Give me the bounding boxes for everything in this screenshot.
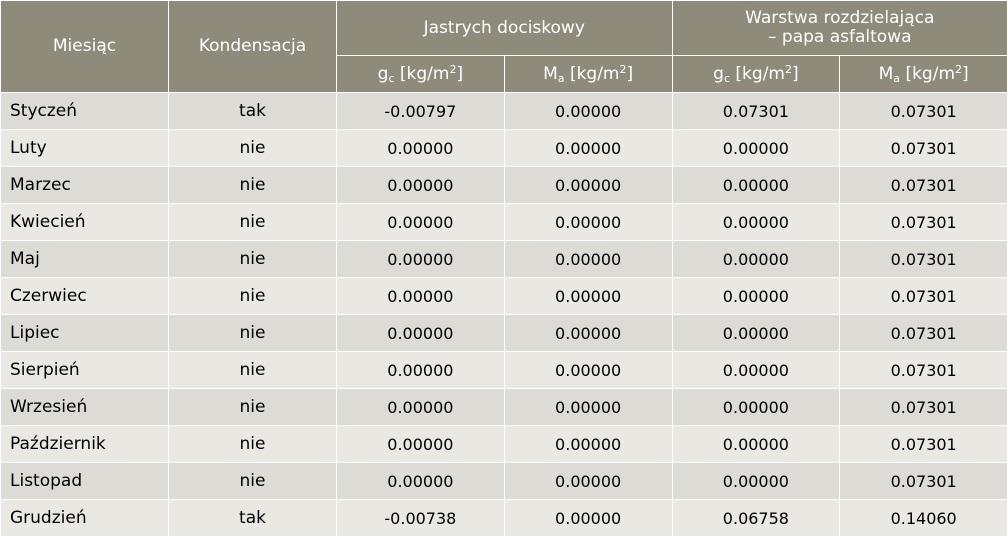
gc-screed-cell: 0.00000 bbox=[336, 166, 505, 204]
gc-screed-cell: 0.00000 bbox=[336, 129, 505, 167]
ma-separating-cell: 0.07301 bbox=[839, 388, 1007, 426]
gc-screed-cell: -0.00738 bbox=[336, 499, 505, 537]
ma-screed-cell: 0.00000 bbox=[503, 388, 673, 426]
gc-screed-cell: 0.00000 bbox=[336, 314, 505, 352]
header-condensation: Kondensacja bbox=[168, 0, 337, 93]
ma-separating-cell: 0.14060 bbox=[839, 499, 1007, 537]
ma-screed-cell: 0.00000 bbox=[503, 129, 673, 167]
gc-screed-cell: 0.00000 bbox=[336, 203, 505, 241]
table-row: Październik nie 0.00000 0.00000 0.00000 0.073… bbox=[0, 425, 1007, 463]
header-group2-line1: Warstwa rozdzielająca bbox=[745, 8, 935, 28]
ma-screed-cell: 0.00000 bbox=[503, 166, 673, 204]
gc-separating-cell: 0.06758 bbox=[671, 499, 841, 537]
header-month: Miesiąc bbox=[0, 0, 169, 93]
month-cell: Marzec bbox=[0, 166, 169, 204]
ma-separating-cell: 0.07301 bbox=[839, 129, 1007, 167]
header-ma-separating: Ma [kg/m2] bbox=[839, 55, 1007, 93]
month-cell: Czerwiec bbox=[0, 277, 169, 315]
ma-separating-cell: 0.07301 bbox=[839, 166, 1007, 204]
gc-separating-cell: 0.00000 bbox=[671, 203, 841, 241]
table-row: Listopad nie 0.00000 0.00000 0.00000 0.07301 bbox=[0, 462, 1007, 500]
ma-screed-cell: 0.00000 bbox=[503, 240, 673, 278]
condensation-cell: nie bbox=[168, 129, 337, 167]
gc-separating-cell: 0.00000 bbox=[671, 462, 841, 500]
header-group-separating-layer: Warstwa rozdzielająca – papa asfaltowa bbox=[671, 0, 1007, 56]
gc-separating-cell: 0.00000 bbox=[671, 277, 841, 315]
month-cell: Lipiec bbox=[0, 314, 169, 352]
table-row: Luty nie 0.00000 0.00000 0.00000 0.07301 bbox=[0, 129, 1007, 167]
ma-separating-cell: 0.07301 bbox=[839, 351, 1007, 389]
header-gc-separating: gc [kg/m2] bbox=[671, 55, 841, 93]
condensation-cell: nie bbox=[168, 425, 337, 463]
table-row: Kwiecień nie 0.00000 0.00000 0.00000 0.07301 bbox=[0, 203, 1007, 241]
ma-screed-cell: 0.00000 bbox=[503, 314, 673, 352]
gc-screed-cell: 0.00000 bbox=[336, 277, 505, 315]
gc-screed-cell: 0.00000 bbox=[336, 388, 505, 426]
table-row: Grudzień tak -0.00738 0.00000 0.06758 0.14060 bbox=[0, 499, 1007, 537]
month-cell: Wrzesień bbox=[0, 388, 169, 426]
ma-screed-cell: 0.00000 bbox=[503, 462, 673, 500]
ma-separating-cell: 0.07301 bbox=[839, 203, 1007, 241]
table-row: Lipiec nie 0.00000 0.00000 0.00000 0.07301 bbox=[0, 314, 1007, 352]
condensation-cell: tak bbox=[168, 92, 337, 130]
ma-separating-cell: 0.07301 bbox=[839, 92, 1007, 130]
condensation-cell: nie bbox=[168, 203, 337, 241]
month-cell: Grudzień bbox=[0, 499, 169, 537]
gc-separating-cell: 0.00000 bbox=[671, 314, 841, 352]
gc-separating-cell: 0.00000 bbox=[671, 240, 841, 278]
header-row-top: Miesiąc Kondensacja Jastrych dociskowy W… bbox=[0, 0, 1007, 93]
month-cell: Styczeń bbox=[0, 92, 169, 130]
month-cell: Luty bbox=[0, 129, 169, 167]
ma-separating-cell: 0.07301 bbox=[839, 462, 1007, 500]
gc-separating-cell: 0.00000 bbox=[671, 425, 841, 463]
ma-screed-cell: 0.00000 bbox=[503, 277, 673, 315]
header-ma-screed: Ma [kg/m2] bbox=[503, 55, 673, 93]
table-row: Styczeń tak -0.00797 0.00000 0.07301 0.07301 bbox=[0, 92, 1007, 130]
gc-screed-cell: 0.00000 bbox=[336, 240, 505, 278]
gc-screed-cell: 0.00000 bbox=[336, 425, 505, 463]
gc-separating-cell: 0.00000 bbox=[671, 129, 841, 167]
table-row: Czerwiec nie 0.00000 0.00000 0.00000 0.07301 bbox=[0, 277, 1007, 315]
gc-screed-cell: 0.00000 bbox=[336, 351, 505, 389]
gc-screed-cell: -0.00797 bbox=[336, 92, 505, 130]
condensation-cell: tak bbox=[168, 499, 337, 537]
ma-separating-cell: 0.07301 bbox=[839, 425, 1007, 463]
ma-screed-cell: 0.00000 bbox=[503, 425, 673, 463]
header-group2-line2: – papa asfaltowa bbox=[768, 27, 912, 47]
condensation-cell: nie bbox=[168, 314, 337, 352]
gc-separating-cell: 0.00000 bbox=[671, 166, 841, 204]
table-row: Sierpień nie 0.00000 0.00000 0.00000 0.07301 bbox=[0, 351, 1007, 389]
gc-separating-cell: 0.07301 bbox=[671, 92, 841, 130]
month-cell: Maj bbox=[0, 240, 169, 278]
table-row: Marzec nie 0.00000 0.00000 0.00000 0.07301 bbox=[0, 166, 1007, 204]
month-cell: Listopad bbox=[0, 462, 169, 500]
header-gc-screed: gc [kg/m2] bbox=[336, 55, 505, 93]
month-cell: Kwiecień bbox=[0, 203, 169, 241]
ma-separating-cell: 0.07301 bbox=[839, 277, 1007, 315]
month-cell: Październik bbox=[0, 425, 169, 463]
ma-screed-cell: 0.00000 bbox=[503, 92, 673, 130]
ma-screed-cell: 0.00000 bbox=[503, 499, 673, 537]
condensation-cell: nie bbox=[168, 462, 337, 500]
condensation-cell: nie bbox=[168, 277, 337, 315]
ma-screed-cell: 0.00000 bbox=[503, 203, 673, 241]
header-group-screed: Jastrych dociskowy bbox=[336, 0, 673, 56]
month-cell: Sierpień bbox=[0, 351, 169, 389]
ma-separating-cell: 0.07301 bbox=[839, 240, 1007, 278]
gc-separating-cell: 0.00000 bbox=[671, 351, 841, 389]
ma-screed-cell: 0.00000 bbox=[503, 351, 673, 389]
condensation-table: Miesiąc Kondensacja Jastrych dociskowy W… bbox=[0, 0, 1007, 537]
condensation-cell: nie bbox=[168, 166, 337, 204]
ma-separating-cell: 0.07301 bbox=[839, 314, 1007, 352]
condensation-cell: nie bbox=[168, 351, 337, 389]
gc-screed-cell: 0.00000 bbox=[336, 462, 505, 500]
gc-separating-cell: 0.00000 bbox=[671, 388, 841, 426]
table-row: Wrzesień nie 0.00000 0.00000 0.00000 0.07301 bbox=[0, 388, 1007, 426]
condensation-cell: nie bbox=[168, 240, 337, 278]
table-body: Styczeń tak -0.00797 0.00000 0.07301 0.07301 L… bbox=[0, 92, 1007, 537]
table-row: Maj nie 0.00000 0.00000 0.00000 0.07301 bbox=[0, 240, 1007, 278]
condensation-cell: nie bbox=[168, 388, 337, 426]
